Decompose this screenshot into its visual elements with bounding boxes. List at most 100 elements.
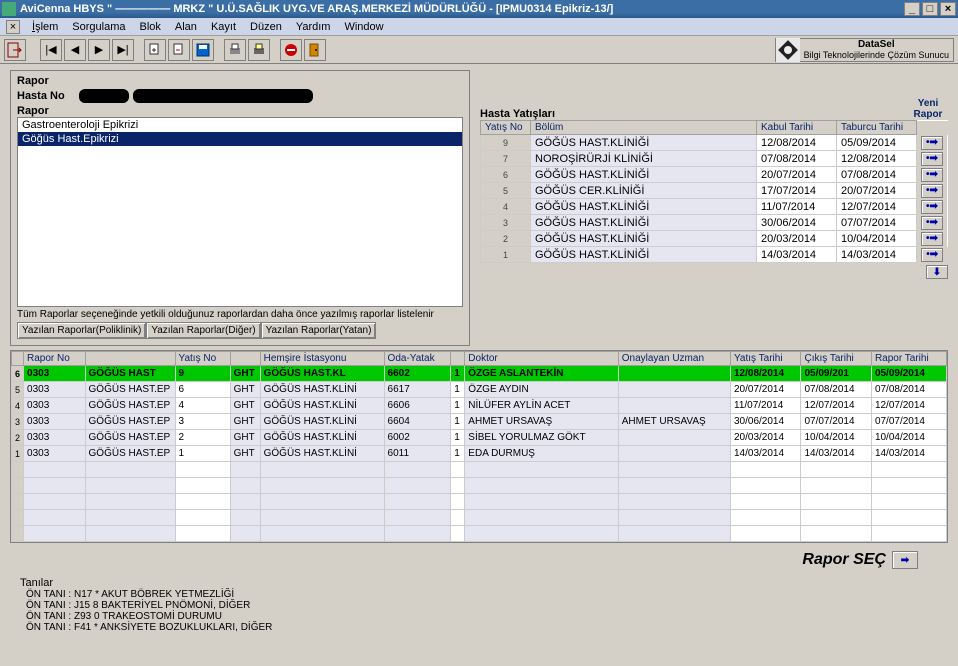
yeni-rapor-button[interactable]: •➡ (921, 248, 943, 262)
diagnosis-line: ÖN TANI : F41 * ANKSİYETE BOZUKLUKLARI, … (20, 622, 938, 633)
dcol-ytarih: Yatış Tarihi (731, 352, 801, 366)
tool-exit-icon[interactable] (4, 39, 26, 61)
menu-islem[interactable]: İşlem (26, 20, 64, 34)
tanilar-section: Tanılar ÖN TANI : N17 * AKUT BÖBREK YETM… (10, 575, 948, 635)
yeni-rapor-button[interactable]: •➡ (921, 216, 943, 230)
hasta-yatis-row[interactable]: 3GÖĞÜS HAST.KLİNİĞİ30/06/201407/07/2014•… (481, 215, 948, 231)
dcol-oda: Oda-Yatak (384, 352, 451, 366)
brand-slogan: Bilgi Teknolojilerinde Çözüm Sunucu (804, 50, 949, 60)
scroll-down-button[interactable]: ⬇ (926, 265, 948, 279)
detail-row-empty (12, 510, 947, 526)
detail-row[interactable]: 10303GÖĞÜS HAST.EP1GHTGÖĞÜS HAST.KLİNİ60… (12, 446, 947, 462)
menu-kayit[interactable]: Kayıt (205, 20, 242, 34)
detail-row-empty (12, 462, 947, 478)
rapor-option-1[interactable]: Göğüs Hast.Epikrizi (18, 132, 462, 146)
tool-first-icon[interactable]: |◀ (40, 39, 62, 61)
brand-icon (776, 38, 800, 62)
btn-raporlar-poliklinik[interactable]: Yazılan Raporlar(Poliklinik) (17, 322, 146, 339)
menu-duzen[interactable]: Düzen (244, 20, 288, 34)
dcol-onay: Onaylayan Uzman (618, 352, 730, 366)
detail-row[interactable]: 40303GÖĞÜS HAST.EP4GHTGÖĞÜS HAST.KLİNİ66… (12, 398, 947, 414)
col-yatisno: Yatış No (481, 121, 531, 135)
hasta-no-value-redacted (79, 89, 129, 103)
menu-bar: × İşlem Sorgulama Blok Alan Kayıt Düzen … (0, 18, 958, 36)
tool-save-icon[interactable] (192, 39, 214, 61)
yeni-rapor-button[interactable]: •➡ (921, 136, 943, 150)
btn-raporlar-diger[interactable]: Yazılan Raporlar(Diğer) (146, 322, 260, 339)
tanilar-header: Tanılar (20, 577, 938, 589)
hasta-yatis-row[interactable]: 4GÖĞÜS HAST.KLİNİĞİ11/07/201412/07/2014•… (481, 199, 948, 215)
detail-row-empty (12, 494, 947, 510)
hasta-yatis-row[interactable]: 1GÖĞÜS HAST.KLİNİĞİ14/03/201414/03/2014•… (481, 247, 948, 263)
dcol-doktor: Doktor (465, 352, 618, 366)
tool-next-icon[interactable]: ▶ (88, 39, 110, 61)
rapor-sec-label: Rapor SEÇ (802, 551, 886, 569)
tool-stop-icon[interactable] (280, 39, 302, 61)
hasta-name-redacted (133, 89, 313, 103)
yeni-rapor-button[interactable]: •➡ (921, 200, 943, 214)
window-title: AviCenna HBYS " ————— MRKZ " U.Ü.SAĞLIK … (20, 3, 613, 15)
brand-badge: DataSel Bilgi Teknolojilerinde Çözüm Sun… (775, 38, 954, 62)
close-button[interactable]: × (940, 2, 956, 16)
detail-table: Rapor No Yatış No Hemşire İstasyonu Oda-… (11, 351, 947, 542)
detail-row-empty (12, 526, 947, 542)
hasta-yatis-row[interactable]: 7NOROŞİRÜRJİ KLİNİĞİ07/08/201412/08/2014… (481, 151, 948, 167)
yeni-rapor-button[interactable]: •➡ (921, 168, 943, 182)
rapor-option-0[interactable]: Gastroenteroloji Epikrizi (18, 118, 462, 132)
menu-window[interactable]: Window (338, 20, 389, 34)
maximize-button[interactable]: □ (922, 2, 938, 16)
dcol-rtarih: Rapor Tarihi (871, 352, 946, 366)
menu-sorgulama[interactable]: Sorgulama (66, 20, 131, 34)
detail-row[interactable]: 20303GÖĞÜS HAST.EP2GHTGÖĞÜS HAST.KLİNİ60… (12, 430, 947, 446)
yeni-rapor-button[interactable]: •➡ (921, 152, 943, 166)
tool-new-icon[interactable] (144, 39, 166, 61)
tool-print-icon[interactable] (224, 39, 246, 61)
dcol-ctarih: Çıkış Tarihi (801, 352, 871, 366)
col-taburcu: Taburcu Tarihi (837, 121, 917, 135)
yeni-rapor-button[interactable]: •➡ (921, 232, 943, 246)
detail-row-empty (12, 478, 947, 494)
rapor-fieldset: Rapor Hasta No Rapor Gastroenteroloji Ep… (10, 70, 470, 346)
btn-raporlar-yatan[interactable]: Yazılan Raporlar(Yatan) (261, 322, 377, 339)
menu-yardim[interactable]: Yardım (290, 20, 337, 34)
window-titlebar: AviCenna HBYS " ————— MRKZ " U.Ü.SAĞLIK … (0, 0, 958, 18)
diagnosis-line: ÖN TANI : Z93 0 TRAKEOSTOMİ DURUMU (20, 611, 938, 622)
dcol-hemsire: Hemşire İstasyonu (260, 352, 384, 366)
diagnosis-line: ÖN TANI : N17 * AKUT BÖBREK YETMEZLİĞİ (20, 589, 938, 600)
rapor-sublabel: Rapor (17, 105, 463, 117)
hasta-no-label: Hasta No (17, 90, 75, 102)
rapor-type-list[interactable]: Gastroenteroloji Epikrizi Göğüs Hast.Epi… (17, 117, 463, 307)
rapor-hint: Tüm Raporlar seçeneğinde yetkili olduğun… (17, 309, 463, 320)
mdi-close-icon[interactable]: × (6, 20, 20, 34)
tool-delete-icon[interactable] (168, 39, 190, 61)
detail-row[interactable]: 30303GÖĞÜS HAST.EP3GHTGÖĞÜS HAST.KLİNİ66… (12, 414, 947, 430)
hasta-yatis-row[interactable]: 6GÖĞÜS HAST.KLİNİĞİ20/07/201407/08/2014•… (481, 167, 948, 183)
rapor-sec-button[interactable]: ➡ (892, 551, 918, 569)
hasta-yatis-row[interactable]: 9GÖĞÜS HAST.KLİNİĞİ12/08/201405/09/2014•… (481, 135, 948, 151)
rapor-section-label: Rapor (17, 75, 463, 87)
minimize-button[interactable]: _ (904, 2, 920, 16)
detail-table-wrap: Rapor No Yatış No Hemşire İstasyonu Oda-… (10, 350, 948, 543)
hasta-yatis-row[interactable]: 5GÖĞÜS CER.KLİNİĞİ17/07/201420/07/2014•➡ (481, 183, 948, 199)
col-bolum: Bölüm (531, 121, 757, 135)
dcol-raporno: Rapor No (24, 352, 86, 366)
tool-door-icon[interactable] (304, 39, 326, 61)
yeni-rapor-button[interactable]: •➡ (921, 184, 943, 198)
tool-print2-icon[interactable] (248, 39, 270, 61)
hasta-yatis-label: Hasta Yatışları (480, 108, 555, 120)
tool-prev-icon[interactable]: ◀ (64, 39, 86, 61)
diagnosis-line: ÖN TANI : J15 8 BAKTERİYEL PNÖMONİ, DİĞE… (20, 600, 938, 611)
toolbar: |◀ ◀ ▶ ▶| DataSel Bilgi Teknolojilerinde… (0, 36, 958, 64)
yeni-rapor-header: Yeni Rapor (908, 98, 948, 120)
hasta-yatis-table: Yatış No Bölüm Kabul Tarihi Taburcu Tari… (480, 120, 948, 263)
hasta-yatis-row[interactable]: 2GÖĞÜS HAST.KLİNİĞİ20/03/201410/04/2014•… (481, 231, 948, 247)
tool-last-icon[interactable]: ▶| (112, 39, 134, 61)
detail-row[interactable]: 50303GÖĞÜS HAST.EP6GHTGÖĞÜS HAST.KLİNİ66… (12, 382, 947, 398)
menu-blok[interactable]: Blok (134, 20, 167, 34)
app-icon (2, 2, 16, 16)
menu-alan[interactable]: Alan (169, 20, 203, 34)
detail-row[interactable]: 60303GÖĞÜS HAST9GHTGÖĞÜS HAST.KL66021ÖZG… (12, 366, 947, 382)
brand-name: DataSel (804, 39, 949, 50)
dcol-yatisno: Yatış No (175, 352, 230, 366)
col-kabul: Kabul Tarihi (757, 121, 837, 135)
